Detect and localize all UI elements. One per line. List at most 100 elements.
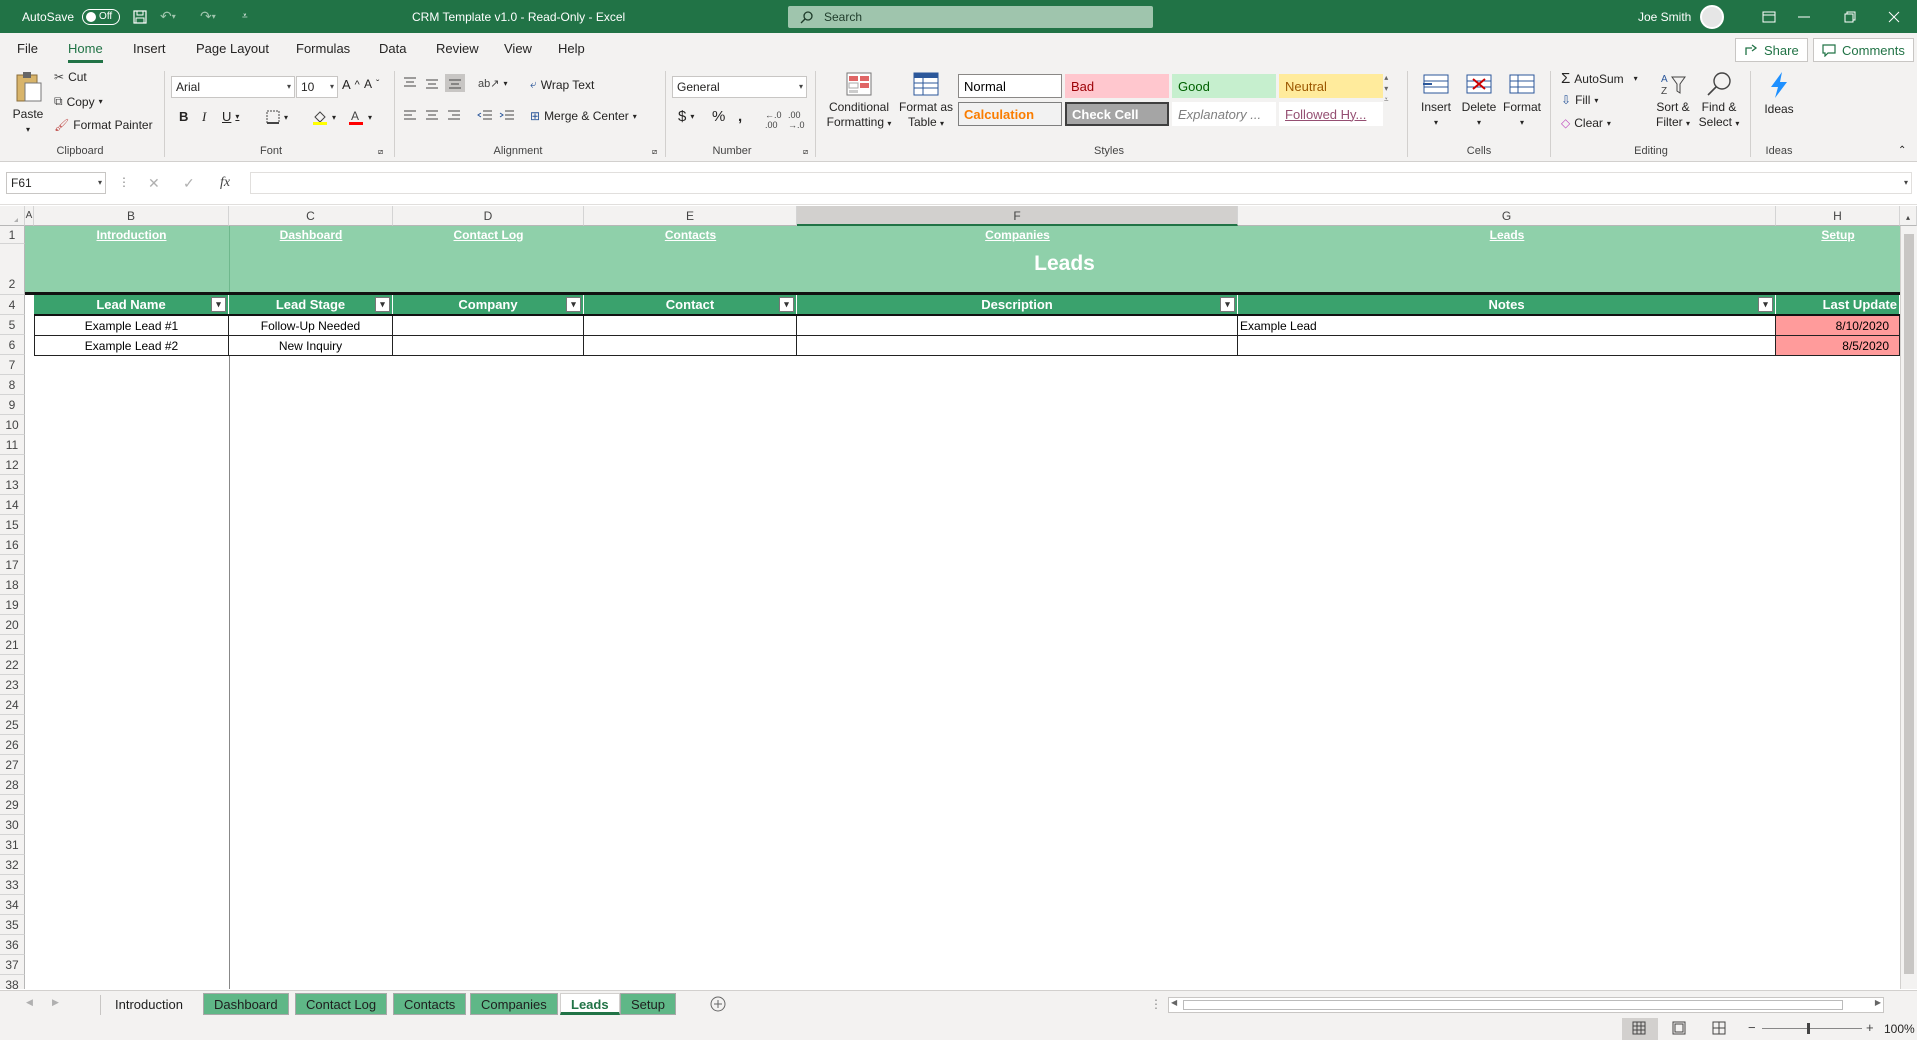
row-header[interactable]: 32 bbox=[0, 855, 25, 875]
comma-style-icon[interactable]: , bbox=[738, 108, 742, 125]
avatar[interactable] bbox=[1700, 0, 1724, 33]
increase-font-icon[interactable]: A ^ bbox=[342, 77, 360, 92]
table-header-company[interactable]: Company ▾ bbox=[393, 295, 584, 314]
copy-button[interactable]: ⧉ Copy ▾ bbox=[54, 94, 103, 109]
select-all-corner[interactable] bbox=[0, 206, 25, 226]
autosave-toggle[interactable]: Off bbox=[82, 8, 121, 25]
number-format-select[interactable]: General ▾ bbox=[672, 76, 807, 98]
format-cells-button[interactable]: Format ▾ bbox=[1502, 71, 1542, 130]
align-top-icon[interactable] bbox=[403, 77, 417, 89]
alignment-dialog-launcher-icon[interactable]: ⧄ bbox=[652, 147, 657, 157]
scroll-up-area[interactable]: ▴ bbox=[1900, 206, 1917, 226]
minimize-button[interactable] bbox=[1781, 0, 1827, 33]
filter-dropdown-icon[interactable]: ▾ bbox=[1220, 297, 1235, 312]
zoom-slider-thumb[interactable] bbox=[1807, 1023, 1810, 1034]
row-header[interactable]: 38 bbox=[0, 975, 25, 989]
undo-icon[interactable]: ↶ ▾ bbox=[160, 0, 176, 33]
filter-dropdown-icon[interactable]: ▾ bbox=[779, 297, 794, 312]
nav-link-introduction[interactable]: Introduction bbox=[34, 228, 229, 242]
name-box[interactable]: F61 ▾ bbox=[6, 172, 106, 194]
table-cell-lead-stage[interactable]: Follow-Up Needed bbox=[229, 316, 393, 336]
cancel-icon[interactable]: ✕ bbox=[148, 175, 160, 192]
row-header[interactable]: 30 bbox=[0, 815, 25, 835]
merge-center-button[interactable]: ⊞ Merge & Center ▾ bbox=[530, 109, 637, 123]
insert-cells-button[interactable]: Insert ▾ bbox=[1416, 71, 1456, 130]
sheet-tab-contact-log[interactable]: Contact Log bbox=[295, 993, 388, 1015]
table-header-lead-stage[interactable]: Lead Stage ▾ bbox=[229, 295, 393, 314]
add-sheet-icon[interactable] bbox=[709, 995, 727, 1013]
row-header[interactable]: 26 bbox=[0, 735, 25, 755]
row-header[interactable]: 6 bbox=[0, 335, 25, 355]
tab-home[interactable]: Home bbox=[68, 41, 103, 63]
row-header[interactable]: 15 bbox=[0, 515, 25, 535]
row-header[interactable]: 35 bbox=[0, 915, 25, 935]
style-neutral[interactable]: Neutral bbox=[1279, 74, 1383, 98]
style-good[interactable]: Good bbox=[1172, 74, 1276, 98]
sort-filter-button[interactable]: AZ Sort & Filter ▾ bbox=[1651, 71, 1695, 131]
row-header[interactable]: 25 bbox=[0, 715, 25, 735]
ideas-button[interactable]: Ideas bbox=[1758, 71, 1800, 117]
normal-view-icon[interactable] bbox=[1632, 1021, 1646, 1035]
align-left-icon[interactable] bbox=[403, 110, 417, 122]
column-header-f[interactable]: F bbox=[797, 206, 1238, 226]
row-header[interactable]: 2 bbox=[0, 244, 25, 295]
row-header[interactable]: 36 bbox=[0, 935, 25, 955]
style-normal[interactable]: Normal bbox=[958, 74, 1062, 98]
cut-button[interactable]: ✂ Cut bbox=[54, 70, 87, 84]
close-button[interactable] bbox=[1871, 0, 1917, 33]
row-header[interactable]: 4 bbox=[0, 295, 25, 315]
row-header[interactable]: 14 bbox=[0, 495, 25, 515]
tab-formulas[interactable]: Formulas bbox=[296, 41, 350, 56]
page-break-view-icon[interactable] bbox=[1712, 1021, 1726, 1035]
sheet-tab-leads[interactable]: Leads bbox=[560, 993, 620, 1015]
nav-link-leads[interactable]: Leads bbox=[1238, 228, 1776, 242]
table-cell-contact[interactable] bbox=[584, 316, 797, 336]
nav-link-companies[interactable]: Companies bbox=[797, 228, 1238, 242]
underline-icon[interactable]: U ▾ bbox=[222, 109, 239, 124]
share-button[interactable]: Share bbox=[1735, 38, 1808, 62]
table-header-contact[interactable]: Contact ▾ bbox=[584, 295, 797, 314]
zoom-slider[interactable] bbox=[1762, 1028, 1862, 1029]
search-box[interactable]: Search bbox=[788, 6, 1153, 28]
row-header[interactable]: 23 bbox=[0, 675, 25, 695]
row-header[interactable]: 19 bbox=[0, 595, 25, 615]
table-cell-notes[interactable] bbox=[1238, 336, 1776, 356]
increase-decimal-icon[interactable]: ←.0.00 bbox=[765, 110, 782, 130]
table-header-description[interactable]: Description ▾ bbox=[797, 295, 1238, 314]
wrap-text-button[interactable]: ⤶ Wrap Text bbox=[530, 77, 594, 92]
row-header[interactable]: 17 bbox=[0, 555, 25, 575]
row-header[interactable]: 27 bbox=[0, 755, 25, 775]
table-header-last-update[interactable]: Last Update bbox=[1776, 295, 1900, 314]
column-header-g[interactable]: G bbox=[1238, 206, 1776, 226]
row-header[interactable]: 33 bbox=[0, 875, 25, 895]
column-header-a[interactable]: A bbox=[25, 206, 34, 226]
tab-help[interactable]: Help bbox=[558, 41, 585, 56]
style-check-cell[interactable]: Check Cell bbox=[1065, 102, 1169, 126]
user-name[interactable]: Joe Smith bbox=[1638, 0, 1691, 33]
zoom-in-icon[interactable]: + bbox=[1866, 1020, 1874, 1035]
table-cell-company[interactable] bbox=[393, 336, 584, 356]
horizontal-scrollbar[interactable]: ◀ ▶ bbox=[1168, 997, 1884, 1013]
row-header[interactable]: 37 bbox=[0, 955, 25, 975]
font-color-icon[interactable]: A ▾ bbox=[348, 109, 372, 125]
table-cell-lead-stage[interactable]: New Inquiry bbox=[229, 336, 393, 356]
font-size-select[interactable]: 10 ▾ bbox=[296, 76, 338, 98]
nav-link-setup[interactable]: Setup bbox=[1776, 228, 1900, 242]
table-cell-company[interactable] bbox=[393, 316, 584, 336]
row-header[interactable]: 12 bbox=[0, 455, 25, 475]
sheet-tab-dashboard[interactable]: Dashboard bbox=[203, 993, 289, 1015]
row-header[interactable]: 1 bbox=[0, 226, 25, 244]
nav-link-contacts[interactable]: Contacts bbox=[584, 228, 797, 242]
row-header[interactable]: 8 bbox=[0, 375, 25, 395]
table-cell-description[interactable] bbox=[797, 336, 1238, 356]
row-header[interactable]: 29 bbox=[0, 795, 25, 815]
vertical-scrollbar[interactable]: ▾ bbox=[1900, 226, 1917, 989]
filter-dropdown-icon[interactable]: ▾ bbox=[375, 297, 390, 312]
tab-insert[interactable]: Insert bbox=[133, 41, 166, 56]
row-header[interactable]: 34 bbox=[0, 895, 25, 915]
zoom-out-icon[interactable]: − bbox=[1748, 1020, 1756, 1035]
row-header[interactable]: 31 bbox=[0, 835, 25, 855]
row-header[interactable]: 7 bbox=[0, 355, 25, 375]
italic-icon[interactable]: I bbox=[202, 109, 206, 125]
row-header[interactable]: 18 bbox=[0, 575, 25, 595]
